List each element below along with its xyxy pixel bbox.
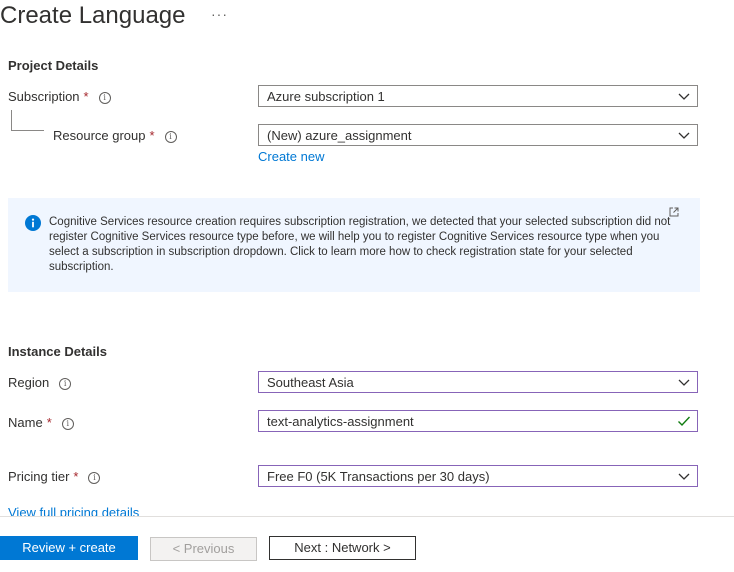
chevron-down-icon — [678, 132, 690, 139]
name-value: text-analytics-assignment — [267, 414, 414, 429]
resource-group-label-text: Resource group — [53, 128, 146, 143]
required-marker: * — [149, 128, 155, 143]
previous-button[interactable]: < Previous — [150, 537, 257, 561]
more-options-button[interactable]: ··· — [211, 6, 228, 22]
footer-divider — [0, 516, 734, 517]
info-icon[interactable]: i — [61, 417, 74, 430]
chevron-down-icon — [678, 93, 690, 100]
info-icon[interactable]: i — [98, 91, 111, 104]
pricing-tier-label-text: Pricing tier — [8, 469, 70, 484]
required-marker: * — [73, 469, 79, 484]
subscription-label-text: Subscription — [8, 89, 80, 104]
subscription-dropdown[interactable]: Azure subscription 1 — [258, 85, 698, 107]
checkmark-icon — [678, 416, 691, 427]
name-label: Name * i — [8, 415, 74, 430]
external-link-icon[interactable] — [669, 207, 679, 217]
pricing-tier-dropdown[interactable]: Free F0 (5K Transactions per 30 days) — [258, 465, 698, 487]
required-marker: * — [83, 89, 89, 104]
info-icon[interactable]: i — [88, 471, 101, 484]
resource-group-label: Resource group * i — [53, 128, 177, 143]
subscription-value: Azure subscription 1 — [267, 89, 385, 104]
region-label: Region i — [8, 375, 72, 390]
info-icon[interactable]: i — [164, 130, 177, 143]
info-icon — [25, 215, 41, 231]
chevron-down-icon — [678, 473, 690, 480]
info-banner[interactable]: Cognitive Services resource creation req… — [8, 198, 700, 292]
review-create-button[interactable]: Review + create — [0, 536, 138, 560]
pricing-tier-value: Free F0 (5K Transactions per 30 days) — [267, 469, 490, 484]
create-new-link[interactable]: Create new — [258, 149, 324, 164]
tree-connector — [11, 110, 44, 131]
subscription-label: Subscription * i — [8, 89, 111, 104]
pricing-tier-label: Pricing tier * i — [8, 469, 101, 484]
name-label-text: Name — [8, 415, 43, 430]
info-icon[interactable]: i — [59, 377, 72, 390]
next-network-button[interactable]: Next : Network > — [269, 536, 416, 560]
banner-message: Cognitive Services resource creation req… — [49, 216, 671, 273]
resource-group-value: (New) azure_assignment — [267, 128, 412, 143]
instance-details-heading: Instance Details — [8, 344, 107, 359]
view-pricing-link[interactable]: View full pricing details — [8, 505, 139, 516]
resource-group-dropdown[interactable]: (New) azure_assignment — [258, 124, 698, 146]
name-input[interactable]: text-analytics-assignment — [258, 410, 698, 432]
required-marker: * — [46, 415, 52, 430]
chevron-down-icon — [678, 379, 690, 386]
region-dropdown[interactable]: Southeast Asia — [258, 371, 698, 393]
project-details-heading: Project Details — [8, 58, 99, 73]
page-title: Create Language — [0, 2, 186, 29]
region-label-text: Region — [8, 375, 50, 390]
region-value: Southeast Asia — [267, 375, 354, 390]
